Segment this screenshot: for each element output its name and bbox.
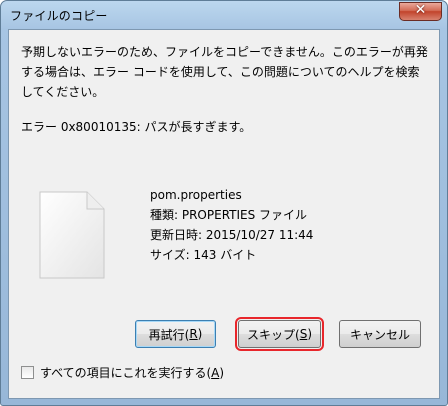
skip-label-end: ) [307,327,312,341]
retry-button[interactable]: 再試行(R) [135,320,216,348]
file-type: 種類: PROPERTIES ファイル [150,208,308,222]
apply-to-all-option[interactable]: すべての項目にこれを実行する(A) [21,364,224,381]
retry-accesskey: R [189,327,198,341]
skip-label: スキップ( [247,327,300,342]
file-modified: 更新日時: 2015/10/27 11:44 [150,228,314,242]
message-line-3: してください。 [21,85,105,99]
cancel-button[interactable]: キャンセル [339,320,421,348]
skip-accesskey: S [299,327,308,341]
apply-to-all-accesskey: A [211,365,220,380]
file-size: サイズ: 143 バイト [150,248,257,262]
apply-to-all-label: すべての項目にこれを実行する( [40,366,212,380]
retry-label: 再試行( [148,327,190,342]
cancel-label: キャンセル [349,327,410,342]
skip-button[interactable]: スキップ(S) [235,317,324,351]
close-button[interactable]: ✕ [399,2,442,21]
message-line-1: 予期しないエラーのため、ファイルをコピーできません。このエラーが再発 [21,45,428,59]
error-code: エラー 0x80010135: パスが長すぎます。 [21,120,252,134]
retry-label-end: ) [197,327,203,341]
title-bar[interactable]: ファイルのコピー ✕ [1,1,447,29]
file-name: pom.properties [150,188,242,202]
dialog-body: 予期しないエラーのため、ファイルをコピーできません。このエラーが再発 する場合は… [8,29,440,399]
error-message: 予期しないエラーのため、ファイルをコピーできません。このエラーが再発 する場合は… [21,42,431,102]
document-icon [39,191,105,279]
close-icon: ✕ [414,2,427,18]
message-line-2: する場合は、エラー コードを使用して、この問題についてのヘルプを検索 [21,65,420,79]
dialog-title: ファイルのコピー [10,9,108,23]
copy-file-dialog: ファイルのコピー ✕ 予期しないエラーのため、ファイルをコピーできません。このエ… [0,0,448,406]
file-info: pom.properties 種類: PROPERTIES ファイル 更新日時:… [150,185,313,265]
apply-to-all-label-end: ) [219,365,225,380]
apply-to-all-checkbox[interactable] [21,366,34,379]
